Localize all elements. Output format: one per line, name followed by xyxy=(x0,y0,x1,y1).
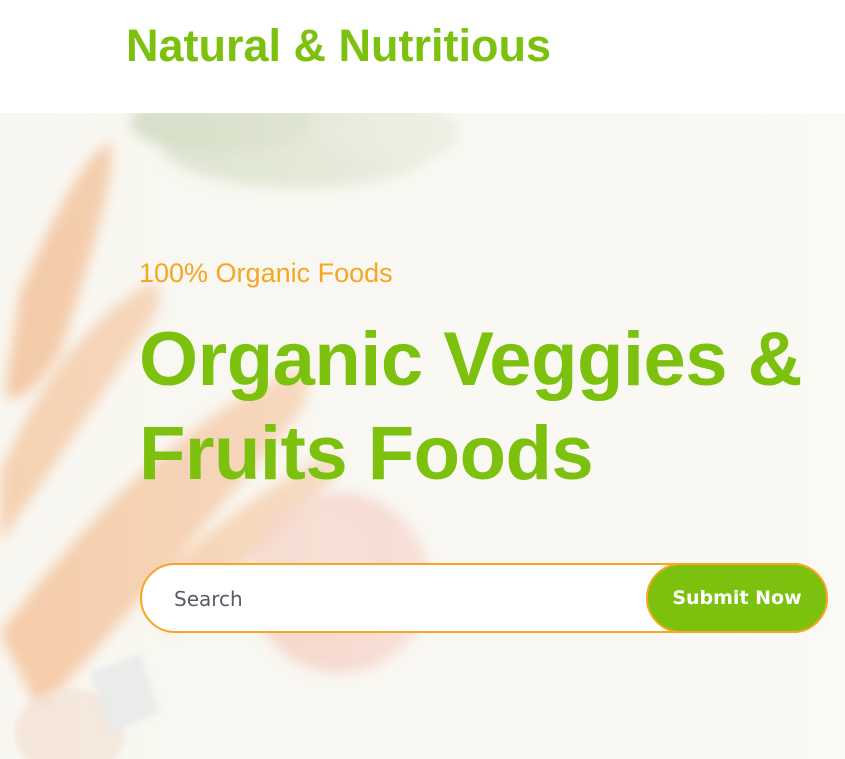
search-input[interactable] xyxy=(172,565,646,633)
hero-headline-line-2: Fruits Foods xyxy=(139,411,594,496)
hero-section: 100% Organic Foods Organic Veggies & Fru… xyxy=(0,113,845,759)
hero-tagline: 100% Organic Foods xyxy=(139,258,393,288)
site-header: Natural & Nutritious xyxy=(0,0,845,113)
submit-button[interactable]: Submit Now xyxy=(646,563,828,633)
search-form: Submit Now xyxy=(140,563,828,633)
hero-headline: Organic Veggies & Fruits Foods xyxy=(139,313,803,501)
brand-title: Natural & Nutritious xyxy=(126,20,552,71)
hero-headline-line-1: Organic Veggies & xyxy=(139,317,803,402)
